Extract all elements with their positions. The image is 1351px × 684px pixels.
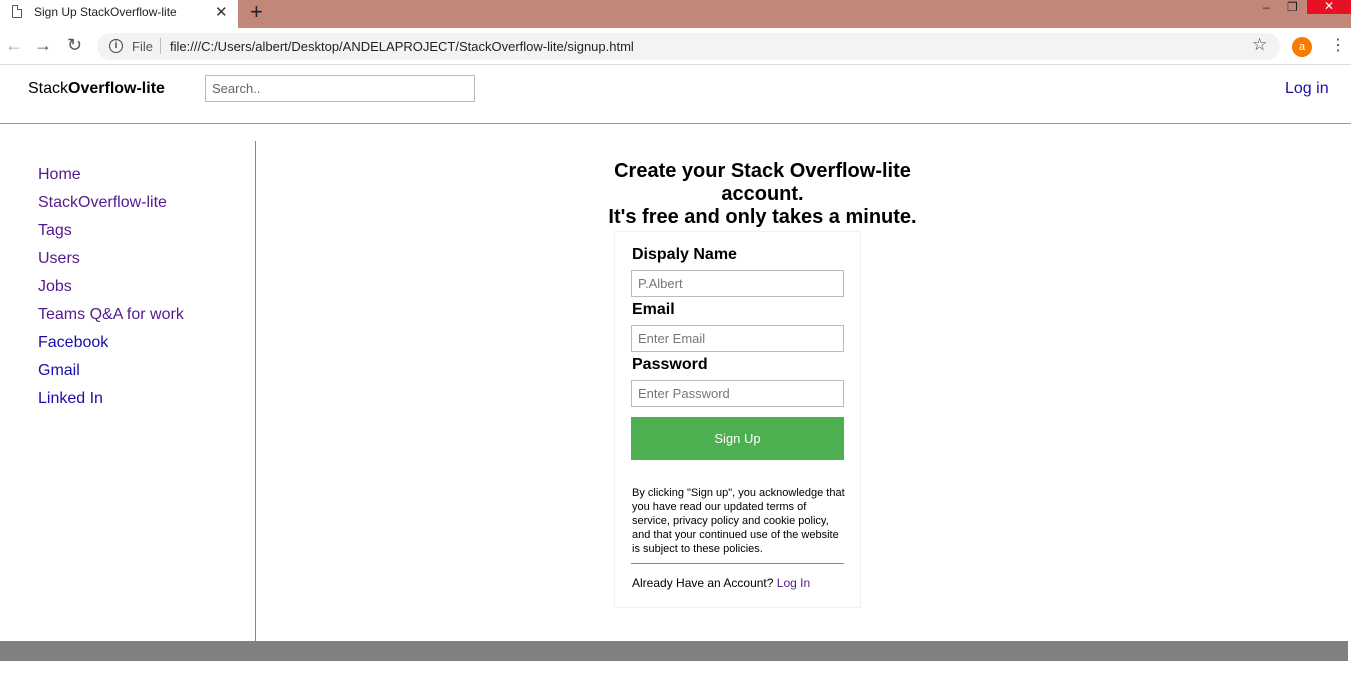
password-label: Password: [632, 356, 708, 373]
page-title: Create your Stack Overflow-lite account.…: [590, 160, 935, 229]
brand-prefix: Stack: [28, 80, 69, 97]
sidebar-item-linkedin[interactable]: Linked In: [38, 390, 103, 407]
brand-bold: Overflow-lite: [68, 80, 165, 97]
sidebar-nav: Home StackOverflow-lite Tags Users Jobs …: [38, 166, 184, 418]
site-logo[interactable]: StackOverflow-lite: [28, 80, 165, 98]
have-account-line: Already Have an Account? Log In: [632, 576, 810, 590]
display-name-field[interactable]: [631, 270, 844, 297]
page-footer: [0, 641, 1348, 661]
new-tab-button[interactable]: +: [250, 1, 263, 23]
email-field[interactable]: [631, 325, 844, 352]
have-account-text: Already Have an Account?: [632, 576, 777, 590]
sidebar-item-users[interactable]: Users: [38, 250, 80, 267]
back-icon[interactable]: ←: [5, 35, 23, 55]
browser-toolbar: ← → ↻ i File file:///C:/Users/albert/Des…: [0, 28, 1351, 65]
password-field[interactable]: [631, 380, 844, 407]
sidebar-item-facebook[interactable]: Facebook: [38, 334, 108, 351]
browser-titlebar: Sign Up StackOverflow-lite ✕ + – ❐ ✕: [0, 0, 1351, 28]
site-header: StackOverflow-lite Log in: [0, 65, 1351, 124]
sidebar-item-home[interactable]: Home: [38, 166, 81, 183]
url-separator: [160, 38, 161, 54]
sidebar-item-stackoverflow-lite[interactable]: StackOverflow-lite: [38, 194, 167, 211]
terms-text: By clicking "Sign up", you acknowledge t…: [632, 487, 845, 555]
form-login-link[interactable]: Log In: [777, 576, 810, 590]
email-label: Email: [632, 301, 675, 318]
window-close-button[interactable]: ✕: [1307, 0, 1351, 14]
profile-avatar[interactable]: a: [1292, 37, 1312, 57]
search-input[interactable]: [205, 75, 475, 102]
info-icon[interactable]: i: [109, 39, 123, 53]
browser-tab[interactable]: Sign Up StackOverflow-lite ✕: [0, 0, 238, 28]
restore-button[interactable]: ❐: [1287, 0, 1298, 14]
reload-icon[interactable]: ↻: [67, 35, 82, 55]
header-login-link[interactable]: Log in: [1285, 80, 1329, 98]
forward-icon[interactable]: →: [34, 35, 52, 55]
bookmark-star-icon[interactable]: ☆: [1252, 35, 1267, 55]
browser-menu-icon[interactable]: ⋮: [1330, 36, 1346, 56]
divider: [631, 563, 844, 564]
sidebar-item-gmail[interactable]: Gmail: [38, 362, 80, 379]
page-title-line2: It's free and only takes a minute.: [608, 206, 917, 228]
close-tab-icon[interactable]: ✕: [215, 3, 228, 21]
minimize-button[interactable]: –: [1263, 0, 1270, 14]
sidebar: Home StackOverflow-lite Tags Users Jobs …: [0, 141, 256, 641]
sidebar-item-jobs[interactable]: Jobs: [38, 278, 72, 295]
sidebar-item-teams[interactable]: Teams Q&A for work: [38, 306, 184, 323]
sidebar-item-tags[interactable]: Tags: [38, 222, 72, 239]
signup-form: Dispaly Name Email Password Sign Up By c…: [614, 231, 861, 608]
address-bar[interactable]: i File file:///C:/Users/albert/Desktop/A…: [97, 33, 1280, 60]
url-scheme: File: [132, 39, 153, 54]
url-text[interactable]: file:///C:/Users/albert/Desktop/ANDELAPR…: [170, 39, 634, 54]
display-name-label: Dispaly Name: [632, 246, 737, 263]
sign-up-button[interactable]: Sign Up: [631, 417, 844, 460]
page-icon: [12, 5, 22, 18]
tab-title: Sign Up StackOverflow-lite: [34, 5, 177, 19]
page-title-line1: Create your Stack Overflow-lite account.: [614, 160, 911, 205]
